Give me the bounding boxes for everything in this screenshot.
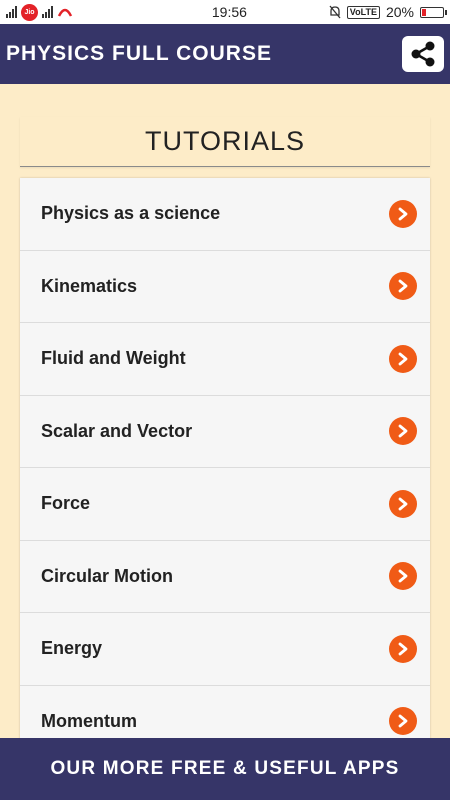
chevron-right-icon[interactable]: [389, 344, 417, 373]
share-button[interactable]: [402, 36, 444, 72]
chevron-right-icon[interactable]: [389, 272, 417, 301]
chevron-right-icon[interactable]: [389, 562, 417, 591]
chevron-right-icon[interactable]: [389, 489, 417, 518]
card-title: TUTORIALS: [144, 126, 306, 156]
tutorial-list-item[interactable]: Scalar and Vector: [20, 396, 430, 468]
tutorial-item-label: Momentum: [41, 710, 137, 731]
battery-percent: 20%: [385, 4, 414, 20]
chevron-right-icon[interactable]: [389, 707, 417, 736]
battery-icon: [420, 6, 447, 18]
status-right: VoLTE 20%: [329, 4, 450, 20]
tutorial-item-label: Force: [41, 493, 91, 514]
clock: 19:56: [211, 4, 247, 20]
tutorial-list-item[interactable]: Kinematics: [20, 251, 430, 323]
app-bar: PHYSICS FULL COURSE: [0, 24, 450, 84]
chevron-right-icon[interactable]: [389, 634, 417, 663]
tutorial-item-label: Scalar and Vector: [41, 420, 193, 441]
tutorial-list-item[interactable]: Energy: [20, 613, 430, 686]
tutorial-item-label: Circular Motion: [41, 565, 174, 586]
tutorial-list-item[interactable]: Circular Motion: [20, 541, 430, 613]
card-header: TUTORIALS: [20, 117, 430, 167]
carrier-logo: Jio: [21, 3, 38, 21]
app-title: PHYSICS FULL COURSE: [6, 42, 272, 65]
notifications-off-icon: [329, 5, 341, 19]
tutorial-item-label: Fluid and Weight: [41, 348, 186, 369]
status-bar: Jio 19:56 VoLTE 20%: [0, 0, 450, 24]
signal-icon: [6, 6, 17, 18]
tutorial-item-label: Kinematics: [41, 275, 138, 296]
signal-icon-2: [42, 6, 53, 18]
tutorials-card: TUTORIALS Physics as a science Kinematics…: [20, 117, 430, 748]
tutorial-item-label: Physics as a science: [41, 203, 221, 224]
tutorial-item-label: Energy: [41, 638, 103, 659]
volte-badge: VoLTE: [346, 5, 380, 19]
tutorial-list-item[interactable]: Fluid and Weight: [20, 323, 430, 396]
more-apps-banner[interactable]: OUR MORE FREE & USEFUL APPS: [0, 738, 450, 800]
battery-fill: [422, 8, 427, 16]
tutorial-list-item[interactable]: Physics as a science: [20, 178, 430, 251]
tutorial-list-item[interactable]: Force: [20, 468, 430, 541]
chevron-right-icon[interactable]: [389, 199, 417, 228]
tutorial-list[interactable]: Physics as a science Kinematics Fluid and …: [20, 178, 430, 748]
share-icon: [411, 41, 435, 67]
airtel-icon: [57, 8, 73, 17]
chevron-right-icon[interactable]: [389, 417, 417, 446]
more-apps-label: OUR MORE FREE & USEFUL APPS: [50, 758, 400, 779]
